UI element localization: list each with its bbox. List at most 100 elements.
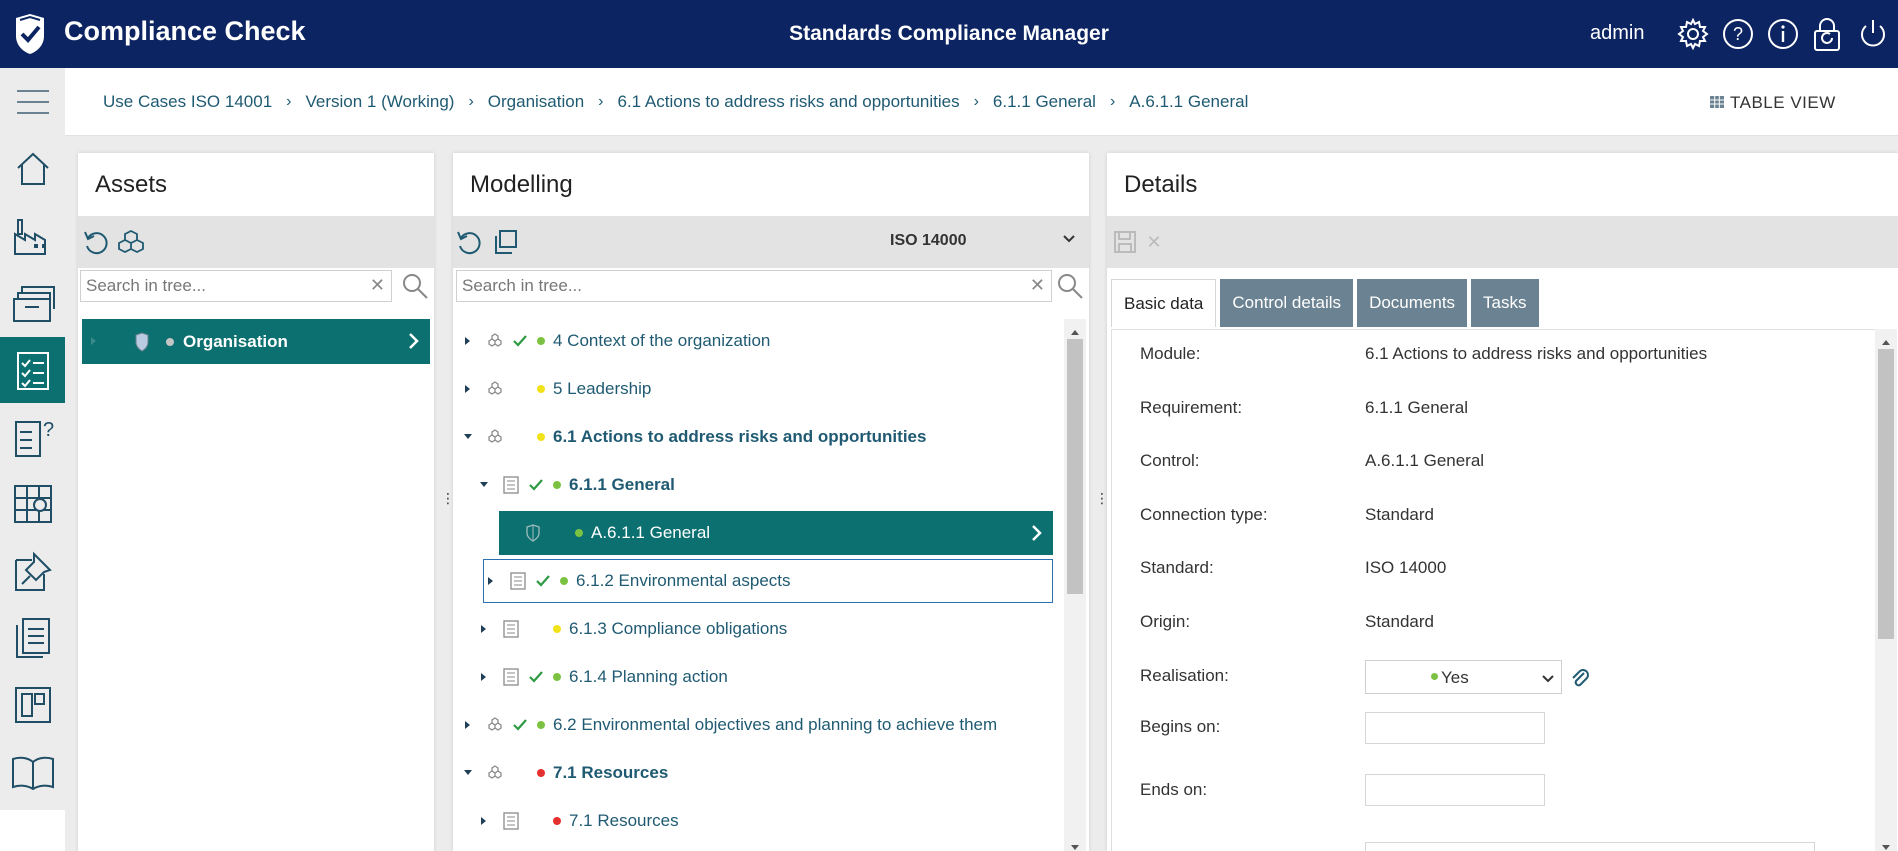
- search-icon[interactable]: [401, 272, 429, 300]
- tree-item-label: 5 Leadership: [553, 379, 652, 398]
- breadcrumb-item[interactable]: A.6.1.1 General: [1129, 92, 1248, 112]
- breadcrumb-item[interactable]: Organisation: [488, 92, 584, 112]
- checklist-icon[interactable]: [0, 337, 65, 403]
- tree-row[interactable]: 6.1.2 Environmental aspects: [483, 559, 1053, 603]
- breadcrumb: Use Cases ISO 14001 › Version 1 (Working…: [103, 92, 1248, 112]
- chevron-right-icon[interactable]: [1031, 523, 1043, 548]
- home-icon[interactable]: [0, 136, 65, 202]
- tree-row[interactable]: 7.1 Resources: [461, 751, 1053, 795]
- tab-control-details[interactable]: Control details: [1220, 279, 1354, 327]
- caret-right-icon[interactable]: [461, 719, 475, 731]
- save-icon[interactable]: [1111, 228, 1139, 256]
- clear-icon[interactable]: ✕: [1030, 275, 1045, 296]
- caret-right-icon[interactable]: [461, 335, 475, 347]
- modelling-title: Modelling: [470, 171, 573, 198]
- status-dot: [560, 577, 568, 585]
- modelling-search-field: ✕: [456, 270, 1052, 302]
- cluster-icon: [485, 381, 505, 397]
- tree-row[interactable]: 6.1.3 Compliance obligations: [477, 607, 1053, 651]
- caret-right-icon[interactable]: [477, 671, 491, 683]
- refresh-icon[interactable]: [455, 228, 483, 256]
- table-view-label[interactable]: TABLE VIEW: [1710, 93, 1836, 113]
- document-icon: [501, 476, 521, 494]
- book-icon[interactable]: [0, 739, 65, 805]
- close-icon[interactable]: ✕: [1140, 228, 1168, 256]
- tree-row[interactable]: 6.1.1 General: [477, 463, 1053, 507]
- chevron-right-icon[interactable]: [408, 331, 420, 356]
- caret-down-icon[interactable]: [461, 433, 475, 441]
- tree-row[interactable]: 4 Context of the organization: [461, 319, 1053, 363]
- tree-row[interactable]: 6.1.4 Planning action: [477, 655, 1053, 699]
- paperclip-icon[interactable]: [1570, 667, 1590, 694]
- breadcrumb-item[interactable]: 6.1 Actions to address risks and opportu…: [618, 92, 960, 112]
- app-title[interactable]: Compliance Check: [64, 16, 306, 47]
- requirement-value: 6.1.1 General: [1365, 398, 1469, 417]
- stacked-boxes-icon[interactable]: [0, 270, 65, 336]
- tab-tasks[interactable]: Tasks: [1471, 279, 1539, 327]
- grid-apps-icon[interactable]: [0, 471, 65, 537]
- caret-right-icon[interactable]: [477, 815, 491, 827]
- tree-row-organisation[interactable]: Organisation: [82, 319, 430, 364]
- refresh-icon[interactable]: [82, 228, 110, 256]
- assets-toolbar: [78, 216, 434, 268]
- tree-row[interactable]: A.6.1.1 General: [499, 511, 1053, 555]
- app-logo-icon[interactable]: [10, 12, 50, 56]
- settings-gear-icon[interactable]: [1673, 14, 1713, 54]
- tree-item-label: 6.1.1 General: [569, 475, 675, 494]
- realisation-select[interactable]: Yes: [1365, 660, 1562, 694]
- question-doc-icon[interactable]: ?: [0, 404, 65, 470]
- documents-icon[interactable]: [0, 605, 65, 671]
- dashboard-icon[interactable]: [0, 672, 65, 738]
- caret-right-icon[interactable]: [90, 334, 98, 353]
- search-icon[interactable]: [1056, 272, 1084, 300]
- module-label: Module:: [1140, 344, 1201, 363]
- help-question-icon[interactable]: ?: [1718, 14, 1758, 54]
- tree-row[interactable]: 7.1 Resources: [477, 799, 1053, 843]
- tree-row[interactable]: 6.2 Environmental objectives and plannin…: [461, 703, 1053, 747]
- standard-select-value[interactable]: ISO 14000: [890, 232, 967, 250]
- ends-on-field[interactable]: [1365, 774, 1545, 806]
- document-icon: [501, 620, 521, 638]
- caret-right-icon[interactable]: [484, 575, 498, 587]
- tab-basic-data[interactable]: Basic data: [1111, 279, 1217, 327]
- caret-right-icon[interactable]: [477, 623, 491, 635]
- next-field[interactable]: [1365, 842, 1815, 851]
- info-icon[interactable]: [1763, 14, 1803, 54]
- tree-row[interactable]: 5 Leadership: [461, 367, 1053, 411]
- assets-search-input[interactable]: [86, 276, 350, 296]
- tree-item-label: 6.2 Environmental objectives and plannin…: [553, 715, 998, 734]
- user-name[interactable]: admin: [1590, 22, 1644, 45]
- scrollbar-thumb[interactable]: [1878, 349, 1894, 639]
- tab-documents[interactable]: Documents: [1357, 279, 1468, 327]
- caret-right-icon[interactable]: [461, 383, 475, 395]
- pin-doc-icon[interactable]: [0, 538, 65, 604]
- breadcrumb-item[interactable]: Version 1 (Working): [305, 92, 454, 112]
- caret-down-icon[interactable]: [461, 769, 475, 777]
- scroll-down-icon[interactable]: [1881, 839, 1891, 851]
- cubes-icon[interactable]: [117, 228, 145, 256]
- chevron-down-icon[interactable]: [1062, 232, 1076, 250]
- clear-icon[interactable]: ✕: [370, 275, 385, 296]
- copy-icon[interactable]: [491, 228, 519, 256]
- tree-scrollbar[interactable]: [1064, 319, 1086, 851]
- check-icon: [511, 334, 529, 348]
- modelling-search-input[interactable]: [462, 276, 967, 296]
- caret-down-icon[interactable]: [477, 481, 491, 489]
- scroll-down-icon[interactable]: [1070, 839, 1080, 851]
- lock-refresh-icon[interactable]: [1808, 14, 1848, 54]
- begins-on-field[interactable]: [1365, 712, 1545, 744]
- factory-icon[interactable]: [0, 203, 65, 269]
- details-tabs: Basic data Control details Documents Tas…: [1111, 279, 1543, 329]
- breadcrumb-separator-icon: ›: [973, 93, 979, 110]
- menu-hamburger-icon[interactable]: [0, 69, 65, 135]
- breadcrumb-item[interactable]: Use Cases ISO 14001: [103, 92, 272, 112]
- breadcrumb-item[interactable]: 6.1.1 General: [993, 92, 1096, 112]
- scrollbar-thumb[interactable]: [1067, 339, 1083, 594]
- details-scrollbar[interactable]: [1875, 329, 1897, 851]
- check-icon: [527, 478, 545, 492]
- tree-row[interactable]: 6.1 Actions to address risks and opportu…: [461, 415, 1053, 459]
- module-value: 6.1 Actions to address risks and opportu…: [1365, 344, 1708, 363]
- svg-text:?: ?: [1733, 24, 1743, 44]
- power-icon[interactable]: [1853, 14, 1893, 54]
- details-toolbar: ✕: [1107, 216, 1898, 268]
